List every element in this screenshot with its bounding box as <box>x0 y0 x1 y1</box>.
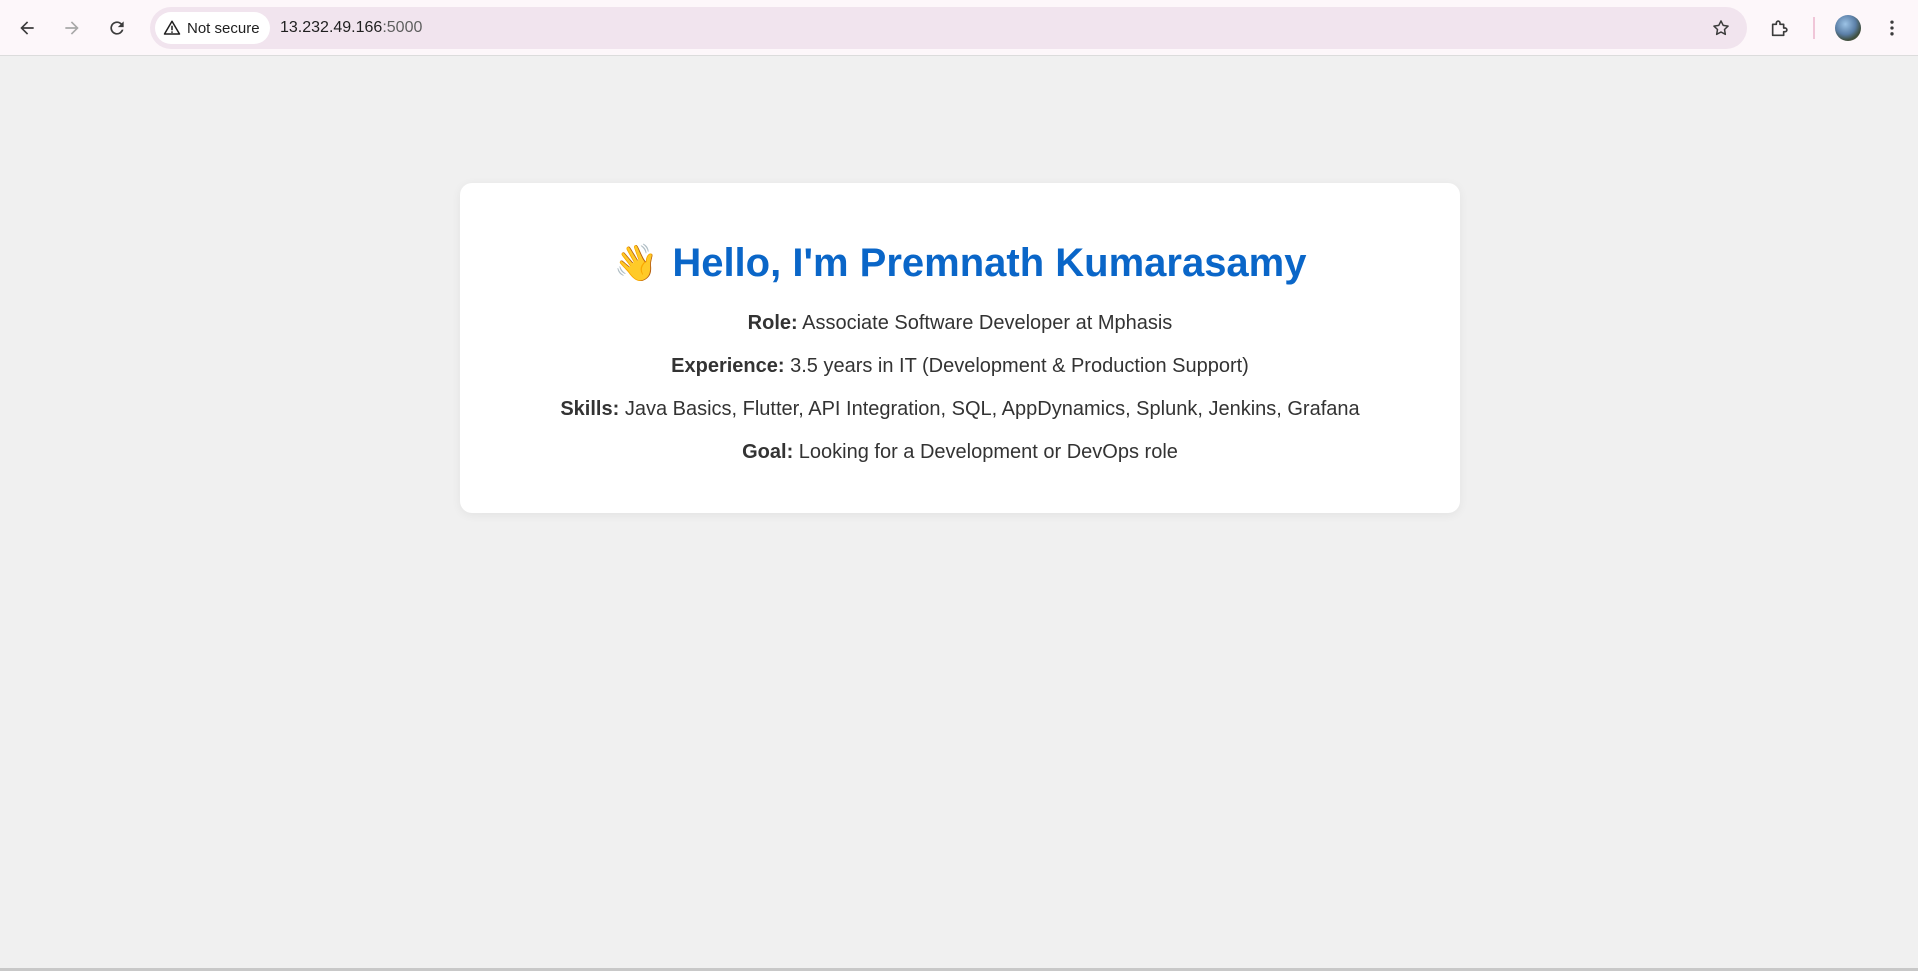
url-host: 13.232.49.166 <box>280 19 383 36</box>
forward-button[interactable] <box>54 10 90 46</box>
security-chip[interactable]: Not secure <box>155 12 270 44</box>
profile-card: 👋 Hello, I'm Premnath Kumarasamy Role: A… <box>460 183 1460 513</box>
url-text[interactable]: 13.232.49.166:5000 <box>280 7 422 49</box>
experience-label: Experience: <box>671 355 785 377</box>
browser-toolbar: Not secure 13.232.49.166:5000 <box>0 0 1918 56</box>
back-button[interactable] <box>9 10 45 46</box>
extensions-button[interactable] <box>1762 10 1798 46</box>
role-line: Role: Associate Software Developer at Mp… <box>460 310 1460 336</box>
arrow-right-icon <box>65 21 79 35</box>
browser-menu-button[interactable] <box>1876 12 1908 44</box>
reload-button[interactable] <box>99 10 135 46</box>
page-viewport: 👋 Hello, I'm Premnath Kumarasamy Role: A… <box>0 57 1918 971</box>
star-icon <box>1713 20 1729 36</box>
waving-hand-icon: 👋 <box>613 242 659 283</box>
puzzle-icon <box>1771 20 1788 37</box>
heading-text: Hello, I'm Premnath Kumarasamy <box>672 241 1307 285</box>
skills-label: Skills: <box>560 398 620 420</box>
skills-line: Skills: Java Basics, Flutter, API Integr… <box>460 396 1460 422</box>
avatar[interactable] <box>1835 15 1861 41</box>
experience-value: 3.5 years in IT (Development & Productio… <box>790 355 1249 377</box>
arrow-left-icon <box>20 21 34 35</box>
bookmark-button[interactable] <box>1705 12 1737 44</box>
url-port: :5000 <box>382 19 423 36</box>
toolbar-separator <box>1813 17 1815 39</box>
page-title: 👋 Hello, I'm Premnath Kumarasamy <box>460 241 1460 285</box>
goal-line: Goal: Looking for a Development or DevOp… <box>460 439 1460 465</box>
warning-triangle-icon <box>163 20 181 35</box>
experience-line: Experience: 3.5 years in IT (Development… <box>460 353 1460 379</box>
skills-value: Java Basics, Flutter, API Integration, S… <box>624 398 1360 420</box>
goal-label: Goal: <box>742 441 794 463</box>
address-bar[interactable]: Not secure 13.232.49.166:5000 <box>150 7 1747 49</box>
role-label: Role: <box>747 312 798 334</box>
goal-value: Looking for a Development or DevOps role <box>798 441 1178 463</box>
security-label: Not secure <box>187 19 260 37</box>
reload-icon <box>110 21 124 35</box>
three-dots-icon <box>1890 20 1894 36</box>
role-value: Associate Software Developer at Mphasis <box>802 312 1173 334</box>
